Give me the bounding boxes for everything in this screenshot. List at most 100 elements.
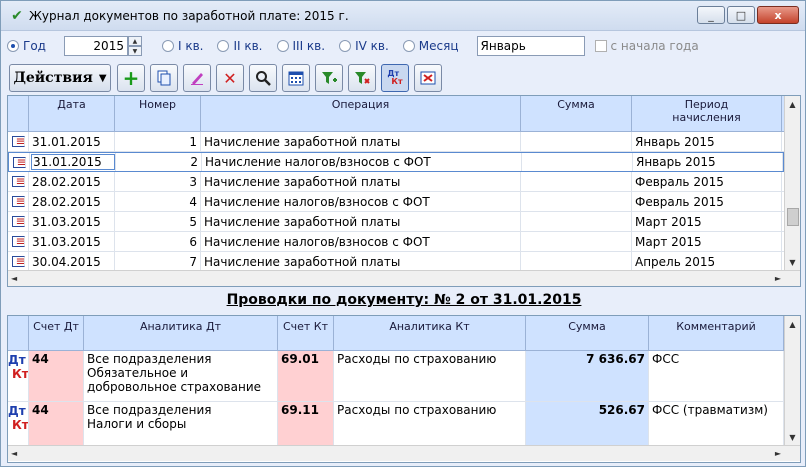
cell-sum[interactable] bbox=[521, 192, 632, 211]
period-month-radio[interactable]: Месяц bbox=[402, 39, 459, 53]
header-date[interactable]: Дата bbox=[29, 96, 115, 131]
close-button[interactable]: x bbox=[757, 6, 799, 24]
scroll-left-icon[interactable]: ◄ bbox=[11, 449, 17, 458]
cell-operation[interactable]: Начисление заработной платы bbox=[201, 252, 521, 271]
filter-add-button[interactable] bbox=[315, 64, 343, 92]
cell-acc-dt[interactable]: 44 bbox=[29, 351, 84, 401]
table-row[interactable]: Дт Кт 44 Все подразделения Налоги и сборы 69… bbox=[8, 402, 784, 446]
table-row[interactable]: ≡ 31.01.20152Начисление налогов/взносов с… bbox=[8, 152, 784, 172]
period-q1-radio[interactable]: I кв. bbox=[161, 39, 203, 53]
cell-an-dt[interactable]: Все подразделения Обязательное и доброво… bbox=[84, 351, 278, 401]
header-comment[interactable]: Комментарий bbox=[649, 316, 784, 350]
table-row[interactable]: ≡ 28.02.20153Начисление заработной платы Ф… bbox=[8, 172, 784, 192]
cell-an-kt[interactable]: Расходы по страхованию bbox=[334, 351, 526, 401]
month-input[interactable]: Январь bbox=[476, 36, 585, 56]
dt-kt-button[interactable]: Дт Кт bbox=[381, 64, 409, 92]
cell-date[interactable]: 31.01.2015 bbox=[29, 132, 115, 151]
cell-number[interactable]: 2 bbox=[116, 153, 202, 171]
scroll-up-icon[interactable]: ▲ bbox=[785, 96, 800, 112]
calendar-button[interactable] bbox=[282, 64, 310, 92]
scroll-thumb[interactable] bbox=[787, 208, 799, 226]
cell-number[interactable]: 5 bbox=[115, 212, 201, 231]
cell-date[interactable]: 31.01.2015 bbox=[30, 153, 116, 171]
excel-button[interactable] bbox=[414, 64, 442, 92]
header-sum[interactable]: Сумма bbox=[521, 96, 632, 131]
cell-sum[interactable] bbox=[522, 153, 633, 171]
scroll-left-icon[interactable]: ◄ bbox=[11, 274, 17, 283]
cell-operation[interactable]: Начисление заработной платы bbox=[201, 132, 521, 151]
cell-period[interactable]: Апрель 2015 bbox=[632, 252, 782, 271]
cell-period[interactable]: Март 2015 bbox=[632, 212, 782, 231]
cell-comment[interactable]: ФСС (травматизм) bbox=[649, 402, 784, 445]
header-an-dt[interactable]: Аналитика Дт bbox=[84, 316, 278, 350]
cell-operation[interactable]: Начисление заработной платы bbox=[201, 172, 521, 191]
cell-operation[interactable]: Начисление налогов/взносов с ФОТ bbox=[201, 232, 521, 251]
postings-hscroll[interactable]: ◄ ► bbox=[8, 445, 800, 461]
cell-period[interactable]: Февраль 2015 bbox=[632, 192, 782, 211]
cell-sum[interactable] bbox=[521, 252, 632, 271]
scroll-right-icon[interactable]: ► bbox=[775, 274, 781, 283]
scroll-right-icon[interactable]: ► bbox=[775, 449, 781, 458]
cell-sum[interactable]: 526.67 bbox=[526, 402, 649, 445]
cell-comment[interactable]: ФСС bbox=[649, 351, 784, 401]
table-row[interactable]: ≡ 31.03.20156Начисление налогов/взносов с… bbox=[8, 232, 784, 252]
spin-down-icon[interactable]: ▼ bbox=[127, 46, 142, 56]
cell-period[interactable]: Февраль 2015 bbox=[632, 172, 782, 191]
cell-number[interactable]: 1 bbox=[115, 132, 201, 151]
cell-sum[interactable] bbox=[521, 132, 632, 151]
cell-period[interactable]: Январь 2015 bbox=[633, 153, 783, 171]
cell-number[interactable]: 3 bbox=[115, 172, 201, 191]
minimize-button[interactable]: _ bbox=[697, 6, 725, 24]
documents-vscroll[interactable]: ▲ ▼ bbox=[784, 96, 800, 270]
cell-date[interactable]: 30.04.2015 bbox=[29, 252, 115, 271]
cell-date[interactable]: 31.03.2015 bbox=[29, 232, 115, 251]
period-q2-radio[interactable]: II кв. bbox=[217, 39, 263, 53]
cell-number[interactable]: 4 bbox=[115, 192, 201, 211]
scroll-down-icon[interactable]: ▼ bbox=[785, 429, 800, 445]
cell-acc-kt[interactable]: 69.11 bbox=[278, 402, 334, 445]
from-start-checkbox[interactable]: с начала года bbox=[594, 39, 699, 53]
header-number[interactable]: Номер bbox=[115, 96, 201, 131]
copy-button[interactable] bbox=[150, 64, 178, 92]
delete-button[interactable]: ✕ bbox=[216, 64, 244, 92]
cell-operation[interactable]: Начисление налогов/взносов с ФОТ bbox=[201, 192, 521, 211]
header-operation[interactable]: Операция bbox=[201, 96, 521, 131]
cell-number[interactable]: 6 bbox=[115, 232, 201, 251]
cell-date[interactable]: 31.03.2015 bbox=[29, 212, 115, 231]
documents-hscroll[interactable]: ◄ ► bbox=[8, 270, 800, 286]
add-button[interactable]: + bbox=[117, 64, 145, 92]
cell-sum[interactable] bbox=[521, 212, 632, 231]
cell-number[interactable]: 7 bbox=[115, 252, 201, 271]
period-q3-radio[interactable]: III кв. bbox=[276, 39, 325, 53]
period-year-radio[interactable]: Год bbox=[7, 39, 46, 53]
cell-an-kt[interactable]: Расходы по страхованию bbox=[334, 402, 526, 445]
scroll-up-icon[interactable]: ▲ bbox=[785, 316, 800, 332]
cell-an-dt[interactable]: Все подразделения Налоги и сборы bbox=[84, 402, 278, 445]
edit-button[interactable] bbox=[183, 64, 211, 92]
cell-sum[interactable] bbox=[521, 232, 632, 251]
search-button[interactable] bbox=[249, 64, 277, 92]
header-acc-dt[interactable]: Счет Дт bbox=[29, 316, 84, 350]
postings-vscroll[interactable]: ▲ ▼ bbox=[784, 316, 800, 445]
year-input[interactable]: 2015 bbox=[63, 36, 128, 56]
cell-sum[interactable] bbox=[521, 172, 632, 191]
header-acc-kt[interactable]: Счет Кт bbox=[278, 316, 334, 350]
cell-operation[interactable]: Начисление заработной платы bbox=[201, 212, 521, 231]
scroll-down-icon[interactable]: ▼ bbox=[785, 254, 800, 270]
cell-period[interactable]: Март 2015 bbox=[632, 232, 782, 251]
cell-acc-kt[interactable]: 69.01 bbox=[278, 351, 334, 401]
cell-date[interactable]: 28.02.2015 bbox=[29, 172, 115, 191]
header-period[interactable]: Период начисления bbox=[632, 96, 782, 131]
header-sum[interactable]: Сумма bbox=[526, 316, 649, 350]
table-row[interactable]: ≡ 28.02.20154Начисление налогов/взносов с… bbox=[8, 192, 784, 212]
filter-remove-button[interactable] bbox=[348, 64, 376, 92]
cell-acc-dt[interactable]: 44 bbox=[29, 402, 84, 445]
spin-up-icon[interactable]: ▲ bbox=[127, 36, 142, 46]
table-row[interactable]: ≡ 31.01.20151Начисление заработной платы Я… bbox=[8, 132, 784, 152]
cell-period[interactable]: Январь 2015 bbox=[632, 132, 782, 151]
actions-menu-button[interactable]: Действия ▼ bbox=[9, 64, 111, 92]
cell-date[interactable]: 28.02.2015 bbox=[29, 192, 115, 211]
title-bar[interactable]: ✔ Журнал документов по заработной плате:… bbox=[1, 1, 805, 31]
table-row[interactable]: ≡ 31.03.20155Начисление заработной платы М… bbox=[8, 212, 784, 232]
table-row[interactable]: Дт Кт 44 Все подразделения Обязательное и д… bbox=[8, 351, 784, 402]
